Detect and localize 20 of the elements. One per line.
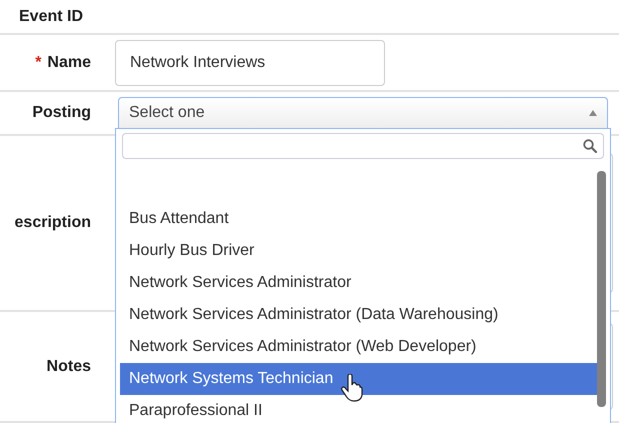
option-item[interactable]: Hourly Bus Driver: [120, 235, 597, 267]
scrollbar-thumb[interactable]: [597, 171, 606, 407]
option-item[interactable]: Network Systems Technician: [120, 363, 597, 395]
option-item[interactable]: Network Services Administrator (Web Developer): [120, 331, 597, 363]
search-field[interactable]: [122, 133, 604, 159]
required-mark: *: [35, 52, 42, 72]
option-item[interactable]: Paraprofessional II: [120, 395, 597, 423]
option-item[interactable]: Network Services Administrator (Data Warehousing): [120, 299, 597, 331]
option-item[interactable]: Bus Attendant: [120, 203, 597, 235]
field-label: Notes: [46, 356, 91, 376]
hand-cursor-icon: [341, 374, 363, 402]
field-label: Event ID: [19, 6, 84, 26]
option-item[interactable]: Network Services Administrator: [120, 267, 597, 299]
field-label: escription: [14, 213, 91, 233]
caret-icon: [589, 110, 597, 116]
posting-select[interactable]: Select one: [118, 97, 608, 129]
name-field[interactable]: Network Interviews: [115, 40, 385, 86]
field-label: Name: [47, 52, 91, 72]
search-icon: [583, 139, 597, 153]
field-label: Posting: [32, 103, 91, 123]
